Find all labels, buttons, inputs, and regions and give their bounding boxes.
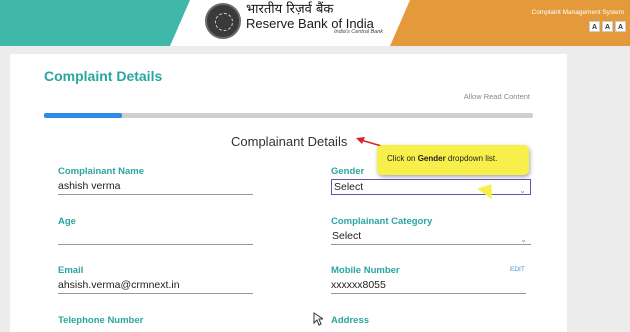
mobile-number-field: Mobile Number xxxxxx8055 (331, 265, 526, 294)
allow-read-content-link[interactable]: Allow Read Content (464, 92, 530, 101)
org-name-english: Reserve Bank of India (246, 15, 374, 31)
address-label: Address (331, 315, 370, 326)
font-large-button[interactable]: A (615, 21, 626, 32)
telephone-number-field: Telephone Number (58, 315, 143, 326)
complainant-category-label: Complainant Category (331, 216, 433, 227)
age-field: Age (58, 216, 253, 245)
gender-select[interactable]: Select ⌄ (331, 179, 531, 195)
chevron-down-icon: ⌄ (519, 186, 526, 195)
age-label: Age (58, 216, 76, 227)
mobile-edit-link[interactable]: EDIT (510, 266, 525, 273)
email-input[interactable]: ahsish.verma@crmnext.in (58, 278, 253, 294)
mouse-cursor-icon (313, 312, 323, 326)
org-name-hindi: भारतीय रिज़र्व बैंक (246, 2, 334, 17)
font-size-controls: A A A (589, 21, 626, 32)
email-label: Email (58, 265, 84, 276)
tooltip-bold-text: Gender (417, 154, 446, 163)
system-title: Complaint Management System (531, 9, 625, 16)
guide-tooltip: Click on Gender dropdown list. (377, 145, 529, 175)
rbi-logo[interactable]: भारतीय रिज़र्व बैंक Reserve Bank of Indi… (205, 3, 383, 39)
complainant-name-label: Complainant Name (58, 166, 145, 177)
email-field: Email ahsish.verma@crmnext.in (58, 265, 253, 294)
progress-bar (44, 113, 533, 118)
telephone-number-label: Telephone Number (58, 315, 144, 326)
site-header: भारतीय रिज़र्व बैंक Reserve Bank of Indi… (0, 0, 630, 46)
category-select-value: Select (332, 230, 362, 242)
gender-select-value: Select (334, 181, 364, 193)
progress-fill (44, 113, 123, 118)
mobile-number-input[interactable]: xxxxxx8055 (331, 278, 526, 294)
complainant-name-input[interactable]: ashish verma (58, 179, 253, 195)
address-field: Address (331, 315, 369, 326)
rbi-seal-icon (205, 3, 241, 39)
complainant-name-field: Complainant Name ashish verma (58, 166, 253, 195)
tooltip-text-end: dropdown list. (445, 154, 498, 163)
font-medium-button[interactable]: A (602, 21, 613, 32)
tooltip-text: Click on (387, 154, 418, 163)
section-title: Complainant Details (231, 134, 348, 149)
age-input[interactable] (58, 229, 253, 245)
complainant-category-select[interactable]: Select ⌄ (331, 229, 531, 245)
chevron-down-icon: ⌄ (520, 235, 527, 244)
font-small-button[interactable]: A (589, 21, 600, 32)
page-title: Complaint Details (44, 68, 163, 84)
org-tagline: India's Central Bank (334, 29, 384, 36)
mobile-number-label: Mobile Number (331, 265, 400, 276)
complainant-category-field: Complainant Category Select ⌄ (331, 216, 531, 245)
